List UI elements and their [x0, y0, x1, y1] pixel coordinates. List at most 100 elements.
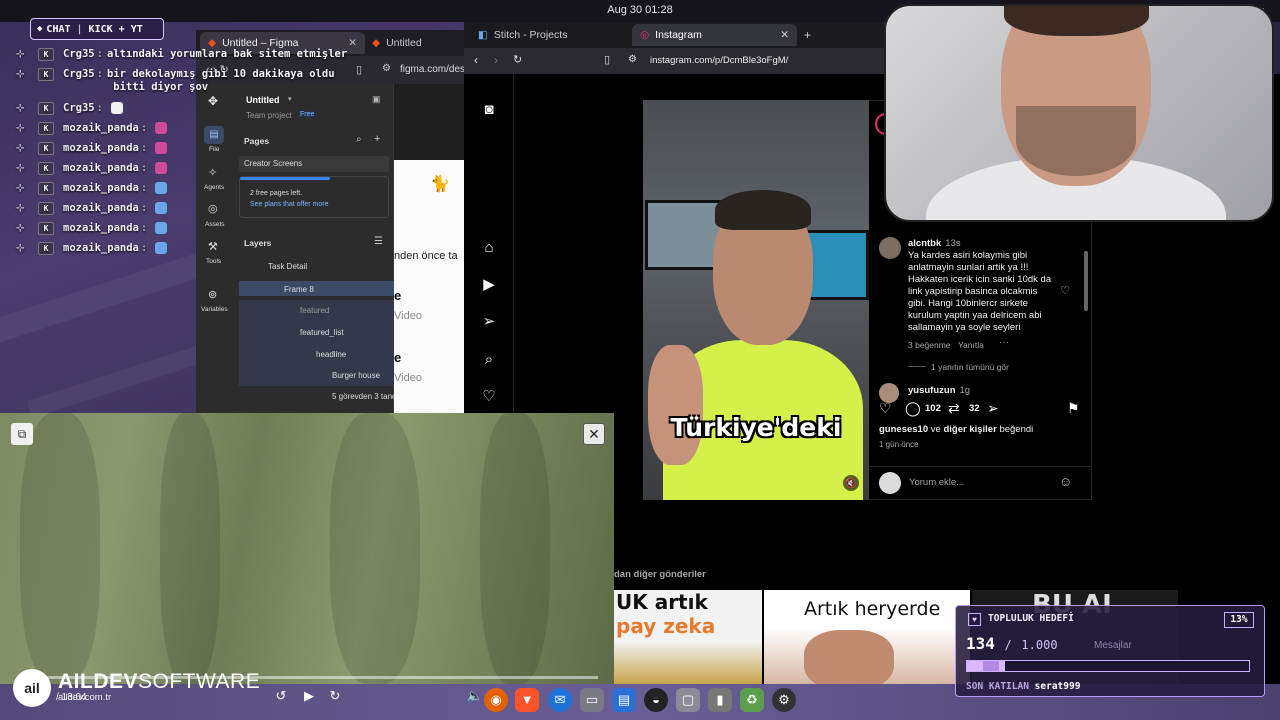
kick-badge-icon: K: [38, 222, 54, 235]
emoji-icon[interactable]: ☺: [1059, 474, 1072, 489]
layer-headline[interactable]: headline: [316, 350, 346, 359]
browser-tab-instagram[interactable]: ◎ Instagram ✕: [632, 24, 797, 46]
chat-username[interactable]: mozaik_panda: [63, 162, 139, 174]
chat-bullet-icon: ⊹: [16, 143, 25, 154]
messages-label: Mesajlar: [1094, 640, 1132, 651]
figma-tab-inactive[interactable]: ◆ Untitled: [368, 32, 464, 54]
browser-tab-stitch[interactable]: ◧ Stitch - Projects: [470, 24, 626, 46]
play-icon[interactable]: ▶: [300, 687, 318, 705]
chat-username[interactable]: Crg35: [63, 102, 95, 114]
chat-message: ⊹ K Crg35: altındaki yorumlara bak sitem et…: [16, 48, 348, 61]
kick-badge-icon: K: [38, 48, 54, 61]
chat-username[interactable]: mozaik_panda: [63, 222, 139, 234]
layer-frame-8-row[interactable]: [239, 281, 394, 296]
comment2-time: 1g: [959, 385, 971, 396]
home-icon[interactable]: ⌂: [480, 239, 498, 257]
comment1-likes[interactable]: 3 beğenme: [908, 340, 951, 350]
chat-username[interactable]: mozaik_panda: [63, 242, 139, 254]
figma-canvas[interactable]: 🐈 nden önce ta e Video e Video: [394, 84, 464, 414]
chat-header: ◆ CHAT | KICK + YT: [30, 18, 164, 40]
save-bookmark-icon[interactable]: ⚑: [1067, 400, 1080, 417]
chat-username[interactable]: mozaik_panda: [63, 202, 139, 214]
share-icon[interactable]: ➢: [987, 400, 999, 417]
usb-icon[interactable]: ▮: [708, 688, 732, 712]
messages-icon[interactable]: ➢: [480, 313, 498, 331]
more-options-icon[interactable]: ···: [999, 337, 1009, 348]
volume-icon[interactable]: 🔈: [466, 687, 484, 705]
picture-in-picture-icon[interactable]: ⧉: [11, 423, 33, 445]
like-heart-icon[interactable]: ♡: [879, 400, 892, 417]
comment1-user[interactable]: alcntbk 13s: [908, 238, 961, 249]
instagram-logo-icon[interactable]: ◙: [480, 101, 498, 119]
reload-icon[interactable]: ↻: [513, 53, 522, 66]
kick-badge-icon: K: [38, 122, 54, 135]
chat-message: ⊹ K Crg35:: [16, 102, 376, 122]
forward-icon[interactable]: ↻: [326, 687, 344, 705]
chat-username[interactable]: Crg35: [63, 48, 95, 60]
url-text: instagram.com/p/DcmBle3oFgM/: [650, 55, 789, 66]
comment-icon[interactable]: ◯: [905, 400, 921, 417]
comment-like-heart-icon[interactable]: ♡: [1060, 284, 1070, 297]
browser-address-bar[interactable]: ‹ › ↻ ▯ ⚙ instagram.com/p/DcmBle3oFgM/: [464, 48, 884, 74]
chat-username[interactable]: mozaik_panda: [63, 122, 139, 134]
new-tab-icon[interactable]: +: [804, 28, 811, 42]
canvas-text-5: Video: [394, 372, 422, 384]
chat-bullet-icon: ⊹: [16, 203, 25, 214]
chat-emote-icon: [155, 222, 168, 234]
more-post-thumb-1[interactable]: UK artık pay zeka: [614, 590, 762, 684]
canvas-text-1: nden önce ta: [394, 250, 458, 262]
goal-target: 1.000: [1021, 638, 1058, 652]
site-info-icon[interactable]: ⚙: [382, 63, 391, 74]
view-replies-link[interactable]: 1 yanıtın tümünü gör: [931, 362, 1009, 372]
chat-message: ⊹ Kmozaik_panda:: [16, 142, 376, 162]
share-count: 32: [969, 403, 980, 414]
layer-featured[interactable]: featured: [300, 306, 329, 315]
layer-featured-list[interactable]: featured_list: [300, 328, 344, 337]
comment1-reply[interactable]: Yanıtla: [958, 340, 984, 350]
trash-icon[interactable]: ♻: [740, 688, 764, 712]
settings-icon[interactable]: ⚙: [772, 688, 796, 712]
figma-tab2-title: Untitled: [386, 37, 422, 49]
files-icon[interactable]: ▭: [580, 688, 604, 712]
replies-divider: [908, 366, 926, 367]
comment2-user[interactable]: yusufuzun 1g: [908, 385, 970, 396]
layer-task-detail[interactable]: Task Detail: [268, 262, 307, 271]
video-player[interactable]: [0, 413, 614, 684]
chat-bullet-icon: ⊹: [16, 223, 25, 234]
reels-icon[interactable]: ▶: [480, 276, 498, 294]
chat-emote-icon: [110, 102, 123, 114]
rewind-icon[interactable]: ↺: [272, 687, 290, 705]
variables-icon[interactable]: ⊚: [208, 288, 217, 301]
more-post-thumb-2[interactable]: Artık heryerde: [764, 590, 970, 684]
chat-bullet-icon: ⊹: [16, 69, 25, 80]
forward-icon[interactable]: ›: [494, 53, 498, 67]
canvas-text-2: e: [394, 288, 402, 303]
add-comment-bar[interactable]: Yorum ekle... ☺: [869, 466, 1092, 500]
comment-input[interactable]: Yorum ekle...: [909, 477, 964, 488]
comments-scrollbar[interactable]: [1084, 251, 1088, 311]
mute-icon[interactable]: 🔇: [843, 475, 859, 491]
writer-icon[interactable]: ▤: [612, 688, 636, 712]
firefox-icon[interactable]: ◉: [484, 688, 508, 712]
screenshot-icon[interactable]: ▢: [676, 688, 700, 712]
close-icon[interactable]: ✕: [583, 423, 605, 445]
chat-username[interactable]: mozaik_panda: [63, 182, 139, 194]
bookmark-icon[interactable]: ▯: [604, 53, 610, 66]
liked-by[interactable]: guneses10 ve diğer kişiler beğendi: [879, 424, 1033, 435]
github-icon[interactable]: ◒: [644, 688, 668, 712]
brave-icon[interactable]: ▼: [515, 688, 539, 712]
search-icon[interactable]: ⌕: [480, 351, 498, 369]
repost-icon[interactable]: ⇄: [948, 400, 960, 417]
back-icon[interactable]: ‹: [474, 53, 478, 67]
comment-avatar[interactable]: [879, 237, 901, 259]
thunderbird-icon[interactable]: ✉: [548, 688, 572, 712]
close-icon[interactable]: ✕: [780, 29, 789, 41]
layer-burger-house[interactable]: Burger house: [332, 371, 380, 380]
aildev-logo-icon: ail: [13, 669, 51, 707]
notifications-heart-icon[interactable]: ♡: [480, 388, 498, 406]
chat-username[interactable]: mozaik_panda: [63, 142, 139, 154]
chat-username[interactable]: Crg35: [63, 68, 95, 80]
site-info-icon[interactable]: ⚙: [628, 54, 637, 65]
goal-percent: 13%: [1224, 612, 1254, 628]
layer-gorevden[interactable]: 5 görevden 3 tane: [332, 392, 397, 401]
